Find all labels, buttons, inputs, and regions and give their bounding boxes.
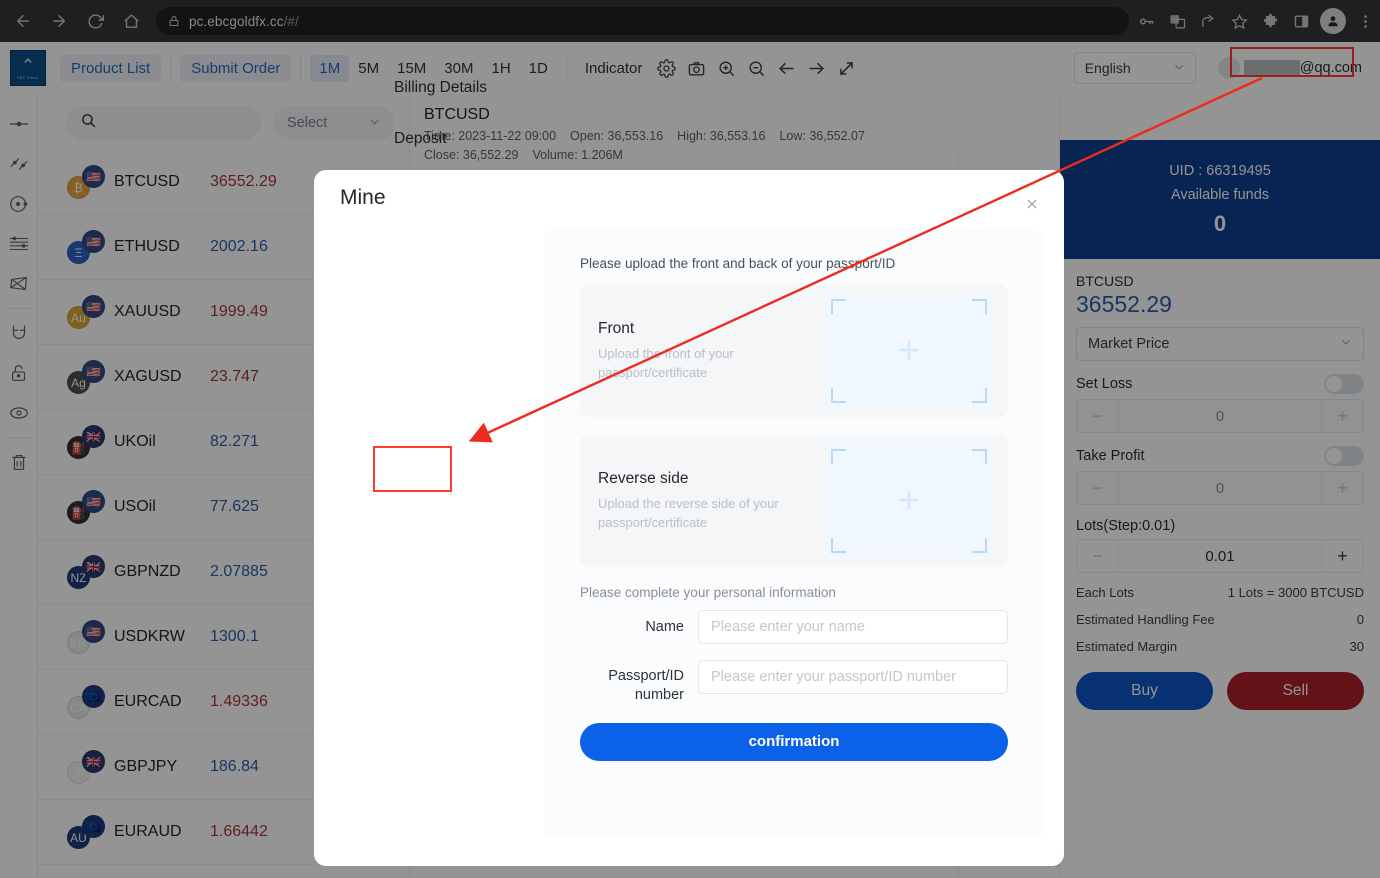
app-root: pc.ebcgoldfx.cc/#/ ⌃ EBC Global Product … <box>0 0 1380 878</box>
plus-icon: + <box>897 330 921 372</box>
confirmation-button[interactable]: confirmation <box>580 722 1008 761</box>
upload-reverse-dropzone[interactable]: + <box>826 444 992 558</box>
plus-icon: + <box>897 480 921 522</box>
passport-input[interactable] <box>698 660 1008 694</box>
upload-reverse-card[interactable]: Reverse side Upload the reverse side of … <box>580 435 1008 567</box>
corner-marker <box>831 388 846 403</box>
modal-title: Mine <box>340 186 386 209</box>
corner-marker <box>831 299 846 314</box>
corner-marker <box>972 299 987 314</box>
name-field-row: Name <box>580 610 1008 644</box>
upload-reverse-sub: Upload the reverse side of your passport… <box>598 495 779 530</box>
upload-reverse-text: Reverse side Upload the reverse side of … <box>598 470 808 533</box>
upload-front-dropzone[interactable]: + <box>826 294 992 408</box>
name-label: Name <box>645 619 684 635</box>
upload-front-card[interactable]: Front Upload the front of your passport/… <box>580 285 1008 417</box>
upload-reverse-title: Reverse side <box>598 469 689 487</box>
upload-front-sub: Upload the front of your passport/certif… <box>598 345 734 380</box>
corner-marker <box>972 538 987 553</box>
verification-form: Please upload the front and back of your… <box>544 230 1044 761</box>
upload-front-text: Front Upload the front of your passport/… <box>598 320 808 383</box>
name-input[interactable] <box>698 610 1008 644</box>
passport-field-row: Passport/ID number <box>580 660 1008 705</box>
corner-marker <box>831 449 846 464</box>
corner-marker <box>831 538 846 553</box>
upload-hint: Please upload the front and back of your… <box>580 256 896 271</box>
personal-info-hint: Please complete your personal informatio… <box>580 585 836 600</box>
passport-label: Passport/ID number <box>608 668 684 703</box>
corner-marker <box>972 388 987 403</box>
close-icon[interactable] <box>1020 192 1044 216</box>
real-name-verification-panel: Please upload the front and back of your… <box>544 230 1044 838</box>
corner-marker <box>972 449 987 464</box>
upload-front-title: Front <box>598 319 635 337</box>
